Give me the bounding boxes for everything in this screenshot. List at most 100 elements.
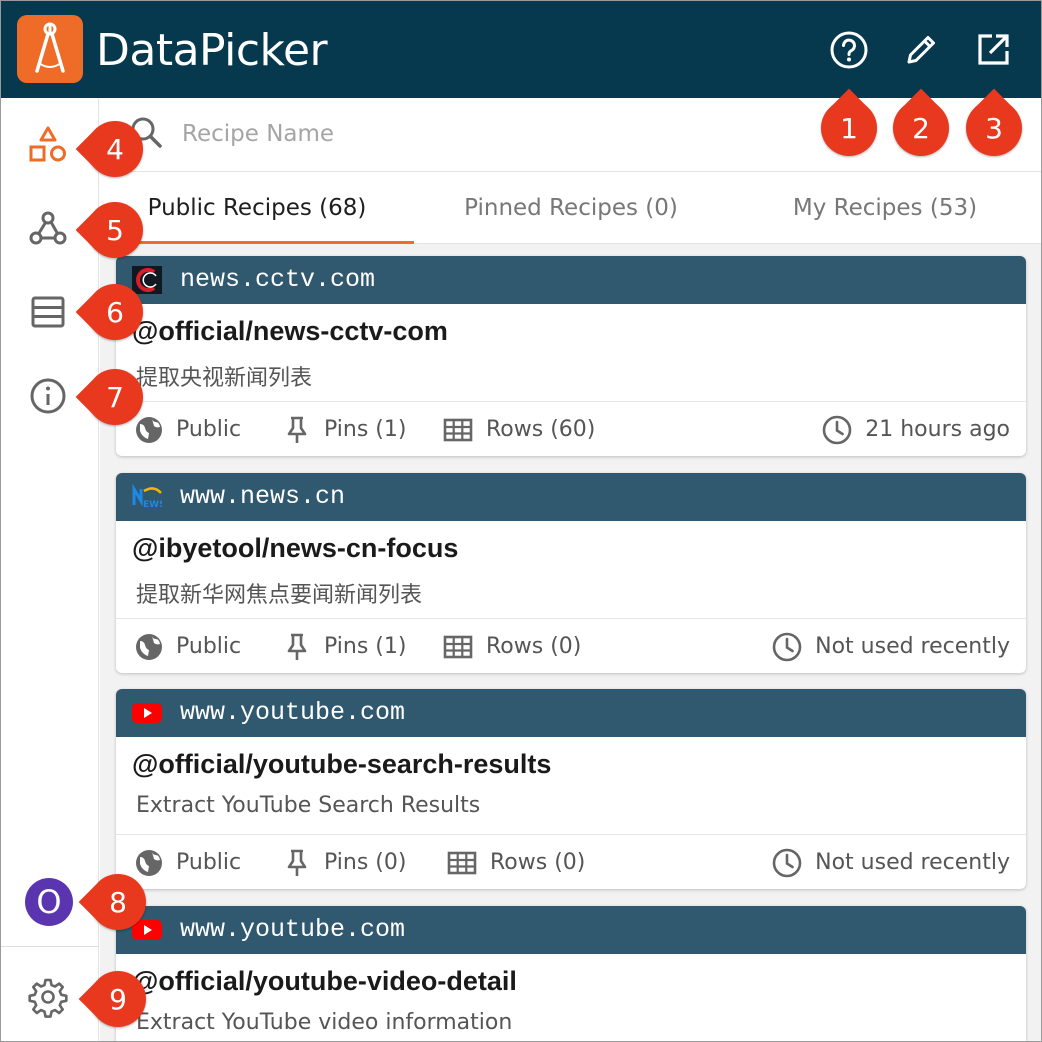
callout-marker-6: 6: [87, 284, 143, 340]
app-header: DataPicker: [1, 1, 1041, 98]
open-external-button[interactable]: [971, 28, 1015, 72]
youtube-logo-icon: [132, 703, 162, 723]
recipe-card-footer: Public Pins (1) Rows (: [116, 401, 1026, 456]
recipe-card-header: news.cctv.com: [116, 256, 1026, 304]
sidebar-item-recipes[interactable]: [23, 120, 73, 170]
visibility-badge: Public: [134, 835, 241, 889]
pin-icon: [287, 633, 307, 660]
last-used: Not used recently: [771, 619, 1010, 673]
gear-icon: [28, 978, 68, 1018]
recipe-card-header: www.youtube.com: [116, 689, 1026, 737]
main-panel: Public Recipes (68) Pinned Recipes (0) M…: [100, 98, 1041, 1041]
tab-pinned-recipes[interactable]: Pinned Recipes (0): [414, 172, 728, 244]
last-used: 21 hours ago: [821, 402, 1010, 456]
recipe-card-footer: Public Pins (0) Rows (0) Not used recent…: [116, 834, 1026, 889]
app-title: DataPicker: [96, 25, 328, 76]
settings-button[interactable]: [23, 972, 73, 1022]
compass-logo-icon: [35, 22, 65, 73]
visibility-label: Public: [176, 850, 242, 875]
rows-label: Rows (0): [486, 634, 582, 659]
recipe-site: news.cctv.com: [180, 265, 376, 294]
last-used-label: Not used recently: [815, 850, 1010, 875]
help-button[interactable]: [827, 28, 871, 72]
pencil-icon: [907, 36, 935, 64]
globe-icon: [136, 416, 162, 443]
globe-icon: [136, 633, 162, 660]
info-icon: [30, 378, 66, 414]
rows-label: Rows (60): [486, 417, 596, 442]
callout-marker-7: 7: [87, 369, 143, 425]
rows-count: Rows (60): [442, 402, 595, 456]
xinhua-news-logo-icon: EWS: [132, 483, 162, 510]
webhook-icon: [29, 211, 67, 245]
sidebar-item-about[interactable]: [23, 371, 73, 421]
clock-icon: [772, 632, 802, 661]
edit-button[interactable]: [899, 28, 943, 72]
callout-marker-4: 4: [87, 121, 143, 177]
table-rows-icon: [31, 296, 65, 328]
recipe-card[interactable]: EWS www.news.cn @ibyetool/news-cn-focus …: [116, 473, 1026, 673]
recipe-card-header: www.youtube.com: [116, 906, 1026, 954]
help-circle-icon: [830, 31, 868, 69]
globe-icon: [136, 849, 162, 876]
recipe-description: 提取新华网焦点要闻新闻列表: [136, 583, 423, 608]
sidebar-item-webhooks[interactable]: [23, 204, 73, 254]
rows-count: Rows (0): [446, 835, 585, 889]
avatar-letter: O: [36, 883, 62, 921]
user-avatar[interactable]: O: [25, 878, 73, 926]
clock-icon: [772, 848, 802, 877]
recipe-card[interactable]: www.youtube.com @official/youtube-video-…: [116, 906, 1026, 1041]
rows-label: Rows (0): [490, 850, 586, 875]
recipe-card-header: EWS www.news.cn: [116, 473, 1026, 521]
grid-icon: [447, 851, 477, 874]
app-logo: [17, 15, 83, 83]
recipe-site: www.news.cn: [180, 482, 346, 511]
recipe-description: Extract YouTube Search Results: [136, 793, 481, 818]
open-external-icon: [978, 34, 1009, 65]
tab-public-recipes[interactable]: Public Recipes (68): [100, 172, 414, 244]
recipe-name[interactable]: @official/youtube-video-detail: [132, 966, 517, 997]
callout-marker-5: 5: [87, 202, 143, 258]
recipe-name[interactable]: @official/news-cctv-com: [132, 316, 448, 347]
pins-count: Pins (1): [282, 619, 406, 673]
pins-count: Pins (1): [282, 402, 406, 456]
grid-icon: [443, 635, 473, 658]
clock-icon: [822, 415, 852, 444]
recipe-name[interactable]: @official/youtube-search-results: [132, 749, 551, 780]
callout-marker-3: 3: [966, 100, 1022, 156]
rows-count: Rows (0): [442, 619, 581, 673]
recipe-card[interactable]: news.cctv.com @official/news-cctv-com 提取…: [116, 256, 1026, 456]
pins-label: Pins (1): [324, 634, 407, 659]
recipe-card[interactable]: www.youtube.com @official/youtube-search…: [116, 689, 1026, 889]
sidebar-item-data[interactable]: [23, 287, 73, 337]
shapes-icon: [29, 126, 66, 162]
callout-marker-9: 9: [90, 971, 146, 1027]
recipe-description: Extract YouTube video information: [136, 1010, 513, 1035]
pins-label: Pins (1): [324, 417, 407, 442]
last-used-label: 21 hours ago: [865, 417, 1010, 442]
recipe-site: www.youtube.com: [180, 698, 406, 727]
recipe-search-input[interactable]: [182, 116, 822, 152]
visibility-badge: Public: [134, 619, 241, 673]
sidebar-divider: [1, 946, 99, 947]
visibility-label: Public: [176, 634, 242, 659]
last-used: Not used recently: [771, 835, 1010, 889]
pin-icon: [287, 849, 307, 876]
pin-icon: [287, 416, 307, 443]
callout-marker-2: 2: [893, 100, 949, 156]
pins-label: Pins (0): [324, 850, 407, 875]
callout-marker-1: 1: [821, 100, 877, 156]
last-used-label: Not used recently: [815, 634, 1010, 659]
svg-text:EWS: EWS: [143, 500, 162, 510]
callout-marker-8: 8: [90, 874, 146, 930]
recipe-site: www.youtube.com: [180, 915, 406, 944]
recipe-tabs: Public Recipes (68) Pinned Recipes (0) M…: [100, 172, 1041, 244]
visibility-label: Public: [176, 417, 242, 442]
cctv-logo-icon: [132, 266, 162, 294]
visibility-badge: Public: [134, 402, 241, 456]
recipe-description: 提取央视新闻列表: [136, 366, 313, 391]
tab-my-recipes[interactable]: My Recipes (53): [728, 172, 1041, 244]
recipe-name[interactable]: @ibyetool/news-cn-focus: [132, 533, 458, 564]
app-window: DataPicker O Recipe Name Public Recipes …: [0, 0, 1042, 1042]
pins-count: Pins (0): [282, 835, 406, 889]
